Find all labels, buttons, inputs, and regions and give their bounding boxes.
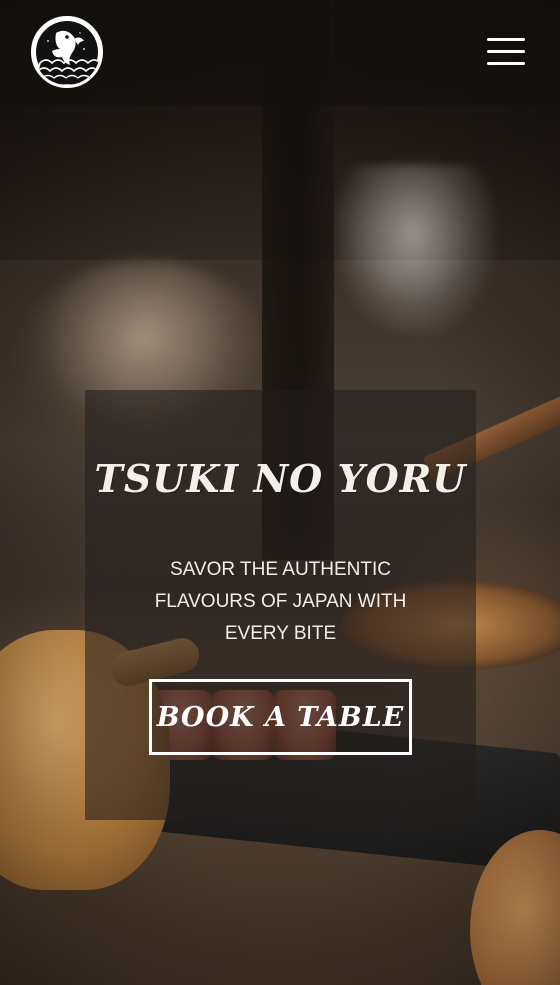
menu-line-icon: [487, 38, 525, 41]
site-header: [0, 0, 560, 106]
hamburger-menu-button[interactable]: [484, 36, 528, 68]
menu-line-icon: [487, 62, 525, 65]
hero-section: TSUKI NO YORU SAVOR THE AUTHENTIC FLAVOU…: [0, 0, 560, 985]
hero-tagline: SAVOR THE AUTHENTIC FLAVOURS OF JAPAN WI…: [154, 559, 407, 644]
book-a-table-button[interactable]: BOOK A TABLE: [149, 679, 412, 755]
koi-fish-logo-icon: [34, 21, 100, 85]
restaurant-title: TSUKI NO YORU: [94, 456, 467, 501]
hero-panel: TSUKI NO YORU SAVOR THE AUTHENTIC FLAVOU…: [85, 390, 476, 820]
site-logo[interactable]: [31, 16, 103, 88]
menu-line-icon: [487, 50, 525, 53]
